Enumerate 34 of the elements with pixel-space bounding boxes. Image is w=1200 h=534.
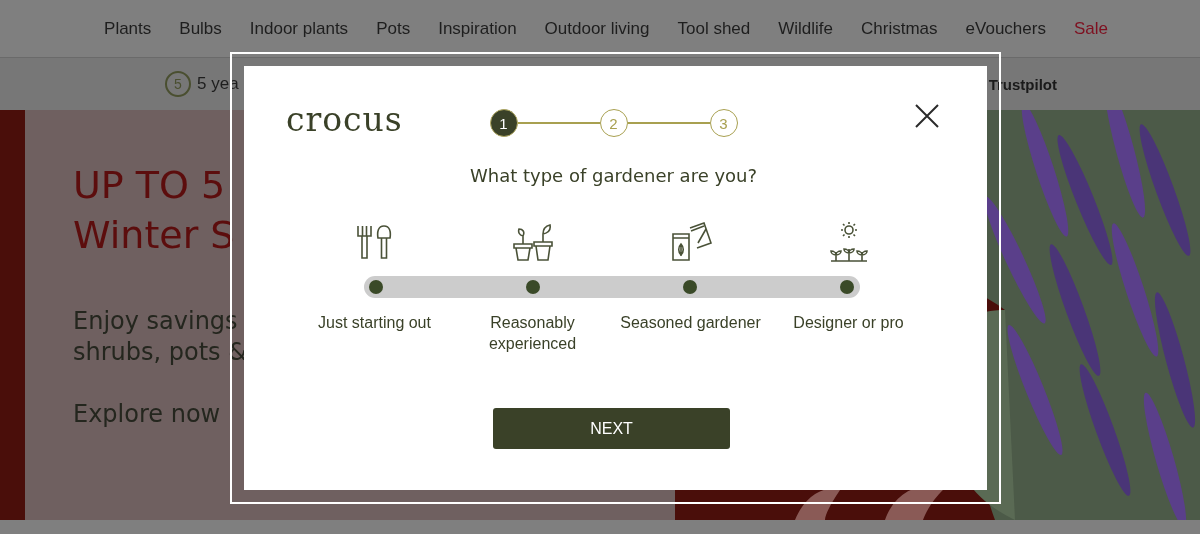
nav-link[interactable]: Outdoor living <box>544 18 650 39</box>
option-label[interactable]: Designer or pro <box>769 312 928 354</box>
slider-stop[interactable] <box>525 280 540 294</box>
slider-track[interactable] <box>363 276 860 298</box>
step-indicator: 3 <box>709 109 738 137</box>
nav-link[interactable]: Pots <box>376 18 411 39</box>
potted-plants-icon <box>511 222 554 262</box>
logo: crocus <box>286 100 403 139</box>
explore-link[interactable]: Explore now <box>73 400 221 428</box>
close-icon <box>913 102 941 130</box>
option-label[interactable]: Reasonably experienced <box>453 312 612 354</box>
step-indicator: 2 <box>599 109 628 137</box>
question-text: What type of gardener are you? <box>469 165 758 186</box>
slider-stop[interactable] <box>683 280 698 294</box>
hero-title: UP TO 5 <box>73 162 226 209</box>
close-button[interactable] <box>913 102 941 130</box>
nav-link[interactable]: eVouchers <box>965 18 1046 39</box>
option-label[interactable]: Seasoned gardener <box>611 312 770 354</box>
seed-packets-icon <box>669 222 712 262</box>
sun-and-seedlings-icon <box>827 222 870 262</box>
sale-link[interactable]: Sale <box>1073 18 1108 39</box>
nav-link[interactable]: Indoor plants <box>249 18 349 39</box>
nav-link[interactable]: Inspiration <box>438 18 517 39</box>
option-label[interactable]: Just starting out <box>295 312 454 354</box>
nav-link[interactable]: Christmas <box>861 18 938 39</box>
award-badge: 5 <box>165 71 191 97</box>
nav-link[interactable]: Bulbs <box>179 18 222 39</box>
nav-link[interactable]: Tool shed <box>677 18 751 39</box>
step-indicator: 1 <box>489 109 518 137</box>
next-button[interactable]: NEXT <box>493 408 730 449</box>
nav-link[interactable]: Wildlife <box>778 18 834 39</box>
slider-stop[interactable] <box>368 280 383 294</box>
nav-link[interactable]: Plants <box>104 18 152 39</box>
slider-stop[interactable] <box>840 280 855 294</box>
